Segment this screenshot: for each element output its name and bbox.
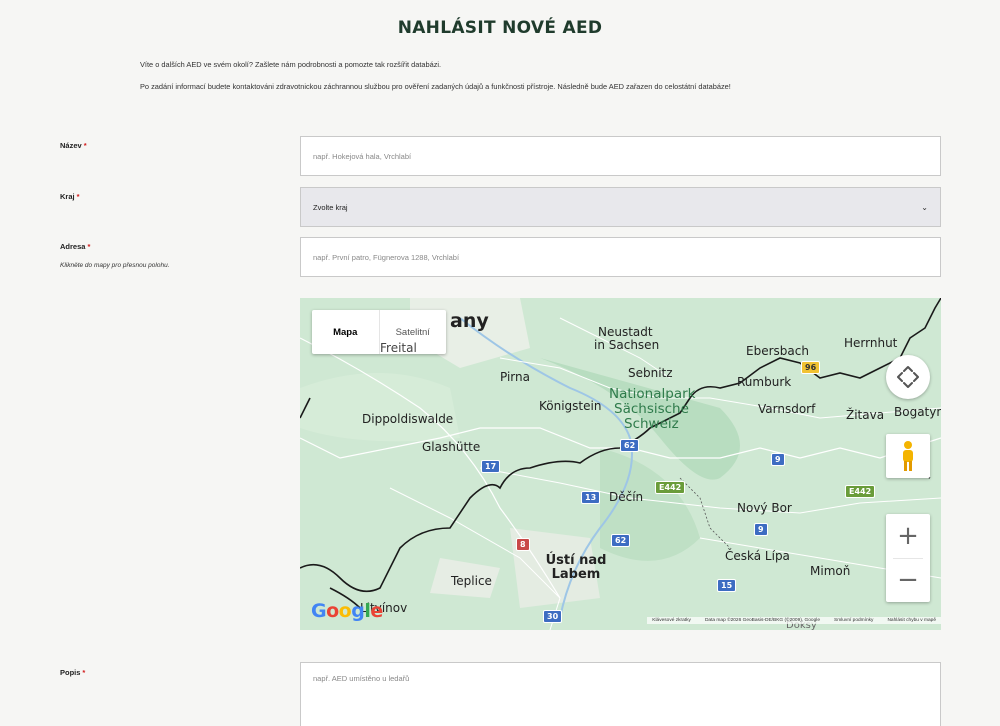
road-shield: 30: [543, 610, 563, 623]
page-title: NAHLÁSIT NOVÉ AED: [397, 18, 603, 38]
road-shield: 9: [771, 453, 785, 466]
address-hint: Klikněte do mapy pro přesnou polohu.: [60, 262, 170, 269]
map-data-attribution: Data map ©2026 GeoBasis-DE/BKG (©2009), …: [704, 618, 820, 623]
map-place-label: Děčín: [609, 490, 644, 504]
road-shield: 9: [754, 523, 768, 536]
map-place-label: Bogatyn: [894, 405, 941, 419]
road-shield: 8: [516, 538, 530, 551]
street-view-pegman-button[interactable]: [886, 434, 930, 478]
map-place-label: Varnsdorf: [758, 402, 816, 416]
required-mark: *: [87, 242, 91, 251]
map-place-label: Herrnhut: [844, 336, 898, 350]
map-place-label: Žitava: [846, 408, 885, 422]
map-park-label: Schweiz: [624, 416, 679, 432]
map-place-label: Glashütte: [422, 440, 481, 454]
region-select[interactable]: Zvolte kraj ⌄: [300, 187, 941, 227]
keyboard-shortcuts-link[interactable]: Klávesové zkratky: [652, 618, 691, 623]
map-place-label: Freital: [380, 341, 417, 355]
intro-text-verification: Po zadání informací budete kontaktováni …: [140, 82, 731, 91]
location-map[interactable]: Mapa Satelitní any Freital Neustadt in S…: [300, 298, 941, 630]
region-select-value: Zvolte kraj: [313, 202, 348, 212]
move-arrows-icon: [897, 366, 919, 388]
map-place-label: Rumburk: [737, 375, 792, 389]
zoom-out-button[interactable]: −: [886, 558, 930, 602]
map-place-label: Teplice: [451, 574, 492, 588]
map-place-label: Neustadt: [598, 325, 653, 339]
map-type-map-button[interactable]: Mapa: [312, 310, 379, 354]
road-shield: 62: [620, 439, 640, 452]
name-label: Název *: [60, 141, 87, 150]
road-shield: E442: [655, 481, 686, 494]
road-shield: 62: [611, 534, 631, 547]
map-park-label: Nationalpark: [609, 386, 696, 402]
required-mark: *: [76, 192, 80, 201]
map-place-label: in Sachsen: [594, 338, 660, 352]
map-place-label: Nový Bor: [737, 501, 792, 515]
name-label-text: Název: [60, 141, 82, 150]
zoom-control: + −: [886, 514, 930, 602]
address-label-text: Adresa: [60, 242, 86, 251]
description-label: Popis *: [60, 668, 85, 677]
terms-link[interactable]: Smluvní podmínky: [834, 618, 873, 623]
map-attribution: Klávesové zkratky Data map ©2026 GeoBasi…: [647, 617, 941, 624]
intro-text: Víte o dalších AED ve svém okolí? Zašlet…: [140, 60, 442, 69]
required-mark: *: [82, 668, 86, 677]
road-shield: 17: [481, 460, 501, 473]
map-place-label: Mimoň: [810, 564, 851, 578]
region-label: Kraj *: [60, 192, 80, 201]
map-place-label: Dippoldiswalde: [362, 412, 454, 426]
map-type-control: Mapa Satelitní: [312, 310, 446, 354]
map-place-label: Pirna: [500, 370, 530, 384]
camera-control-button[interactable]: [886, 355, 930, 399]
google-logo: Google: [311, 600, 383, 622]
map-place-label: Ebersbach: [746, 344, 809, 358]
map-park-label: Sächsische: [614, 401, 689, 417]
address-label: Adresa *: [60, 242, 90, 251]
map-place-label: Česká Lípa: [725, 549, 790, 563]
road-shield: 13: [581, 491, 601, 504]
pegman-icon: [903, 441, 913, 471]
chevron-down-icon: ⌄: [921, 202, 928, 212]
description-textarea[interactable]: [300, 662, 941, 726]
map-place-label: Königstein: [539, 399, 602, 413]
required-mark: *: [83, 141, 87, 150]
zoom-in-button[interactable]: +: [886, 514, 930, 558]
road-shield: 96: [801, 361, 821, 374]
road-shield: 15: [717, 579, 737, 592]
name-input[interactable]: [300, 136, 941, 176]
report-error-link[interactable]: Nahlásit chybu v mapě: [887, 618, 936, 623]
region-label-text: Kraj: [60, 192, 75, 201]
map-place-label: Ústí nad Labem: [545, 553, 607, 582]
road-shield: E442: [845, 485, 876, 498]
address-input[interactable]: [300, 237, 941, 277]
map-place-label: any: [450, 310, 489, 332]
description-label-text: Popis: [60, 668, 81, 677]
map-place-label: Sebnitz: [628, 366, 673, 380]
